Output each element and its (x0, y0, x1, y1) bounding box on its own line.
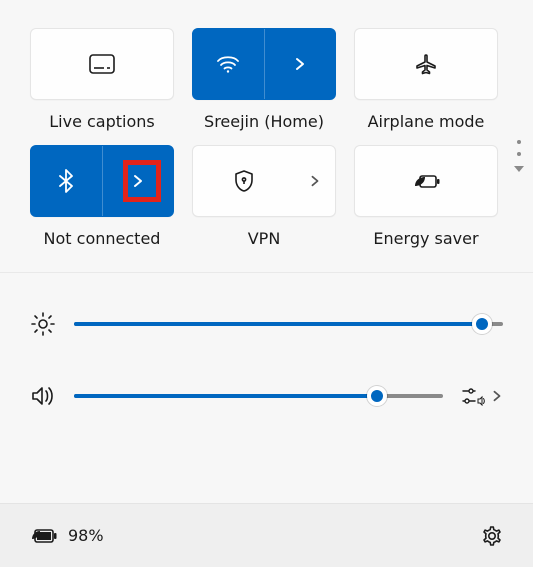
volume-slider[interactable] (74, 394, 443, 398)
bluetooth-expand[interactable] (103, 174, 174, 188)
brightness-icon (30, 311, 56, 337)
tile-label: Live captions (49, 112, 155, 131)
vpn-expand[interactable] (295, 175, 335, 187)
chevron-right-icon (293, 57, 307, 71)
gear-icon (481, 525, 503, 547)
brightness-slider[interactable] (74, 322, 503, 326)
footer-bar: 98% (0, 503, 533, 567)
tile-label: Sreejin (Home) (204, 112, 324, 131)
tile-bluetooth: Not connected (30, 145, 174, 248)
airplane-icon (414, 53, 438, 75)
speaker-icon (30, 385, 56, 407)
wifi-button[interactable] (192, 28, 336, 100)
energy-saver-button[interactable] (354, 145, 498, 217)
volume-row (30, 381, 503, 411)
captions-icon (89, 54, 115, 74)
wifi-expand[interactable] (265, 57, 336, 71)
live-captions-button[interactable] (30, 28, 174, 100)
chevron-right-icon (131, 174, 145, 188)
bluetooth-button[interactable] (30, 145, 174, 217)
tile-wifi: Sreejin (Home) (192, 28, 336, 131)
bluetooth-toggle[interactable] (31, 169, 102, 193)
battery-icon (30, 527, 58, 545)
vpn-toggle[interactable] (193, 169, 294, 193)
quick-settings-panel: Live captions (0, 0, 533, 248)
chevron-right-icon (309, 175, 321, 187)
battery-status[interactable]: 98% (30, 526, 104, 545)
chevron-right-icon[interactable] (491, 390, 503, 402)
airplane-button[interactable] (354, 28, 498, 100)
tile-energy-saver: Energy saver (354, 145, 498, 248)
tile-vpn: VPN (192, 145, 336, 248)
brightness-row (30, 309, 503, 339)
battery-percent: 98% (68, 526, 104, 545)
tile-airplane: Airplane mode (354, 28, 498, 131)
shield-lock-icon (233, 169, 255, 193)
leaf-battery-icon (412, 171, 440, 191)
tile-live-captions: Live captions (30, 28, 174, 131)
bluetooth-icon (58, 169, 74, 193)
wifi-icon (216, 54, 240, 74)
tile-label: Energy saver (373, 229, 478, 248)
tile-label: VPN (248, 229, 281, 248)
audio-output-icon[interactable] (461, 386, 485, 406)
vpn-button[interactable] (192, 145, 336, 217)
quick-tiles-grid: Live captions (30, 28, 503, 248)
tile-label: Not connected (44, 229, 161, 248)
scroll-indicator (513, 140, 525, 174)
tile-label: Airplane mode (368, 112, 485, 131)
settings-button[interactable] (481, 525, 503, 547)
sliders-section (0, 272, 533, 439)
chevron-down-icon[interactable] (513, 164, 525, 174)
wifi-toggle[interactable] (193, 54, 264, 74)
